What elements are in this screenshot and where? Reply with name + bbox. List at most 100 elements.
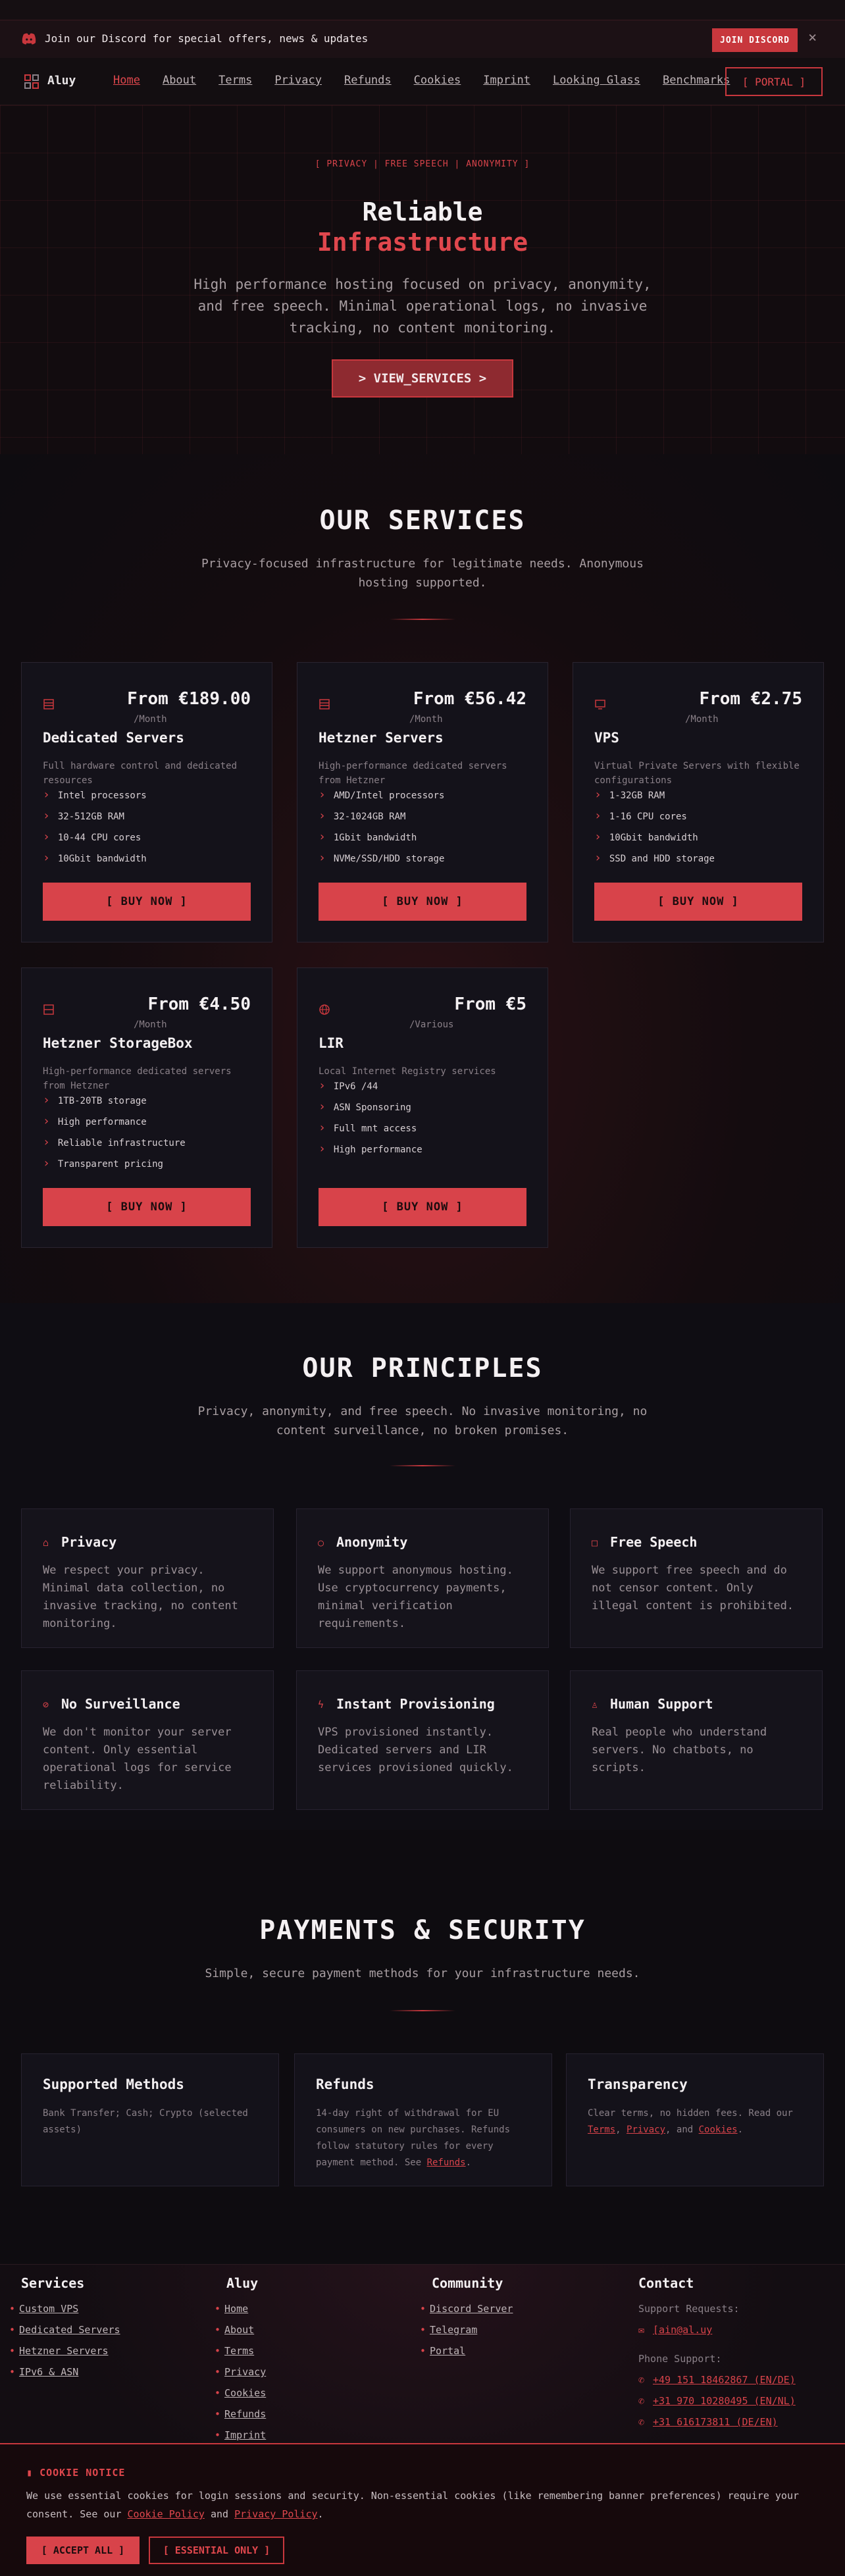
logo-text[interactable]: Aluy: [47, 74, 76, 88]
principle-title: Free Speech: [610, 1534, 698, 1550]
discord-banner: Join our Discord for special offers, new…: [0, 0, 845, 58]
principles-subtitle: Privacy, anonymity, and free speech. No …: [197, 1404, 648, 1437]
card-feature: 1TB-20TB storage: [43, 1093, 147, 1107]
card-price: From €2.75: [699, 689, 802, 709]
footer-link-portal[interactable]: Portal: [420, 2345, 465, 2357]
service-card-dedicated: From €189.00 /Month Dedicated Servers Fu…: [21, 662, 272, 942]
mail-icon: ✉: [638, 2324, 645, 2336]
discord-banner-inner: Join our Discord for special offers, new…: [0, 20, 845, 58]
privacy-policy-link[interactable]: Privacy Policy: [234, 2508, 317, 2520]
phone-label: Phone Support:: [638, 2353, 722, 2365]
card-price: From €4.50: [147, 994, 251, 1014]
payments-title: PAYMENTS & SECURITY: [259, 1915, 586, 1945]
buy-now-button[interactable]: [ BUY NOW ]: [43, 883, 251, 921]
card-feature: IPv6 /44: [319, 1079, 378, 1093]
person-icon: ♙: [592, 1699, 598, 1711]
phone-link[interactable]: ✆ +31 616173811 (DE/EN): [638, 2416, 778, 2428]
refunds-link[interactable]: Refunds: [427, 2157, 466, 2168]
buy-now-button[interactable]: [ BUY NOW ]: [319, 1188, 526, 1226]
hero-title-line2: Infrastructure: [317, 228, 528, 257]
buy-now-button[interactable]: [ BUY NOW ]: [319, 883, 526, 921]
buy-now-button[interactable]: [ BUY NOW ]: [594, 883, 802, 921]
services-title: OUR SERVICES: [319, 505, 526, 536]
privacy-link[interactable]: Privacy: [627, 2125, 665, 2135]
support-email-link[interactable]: ✉ [ain@al.uy: [638, 2324, 712, 2336]
nav-link-refunds[interactable]: Refunds: [344, 74, 392, 87]
nav-link-benchmarks[interactable]: Benchmarks: [663, 74, 730, 87]
payment-card-title: Transparency: [588, 2076, 688, 2092]
footer-link-privacy[interactable]: Privacy: [215, 2366, 266, 2378]
footer-link-discord[interactable]: Discord Server: [420, 2303, 513, 2315]
payments-divider: [390, 2010, 455, 2011]
footer-link-dedicated-servers[interactable]: Dedicated Servers: [9, 2324, 120, 2336]
globe-icon: [319, 1004, 330, 1015]
payment-card-methods: Supported Methods Bank Transfer; Cash; C…: [21, 2053, 279, 2186]
nav-link-imprint[interactable]: Imprint: [483, 74, 530, 87]
cookies-link[interactable]: Cookies: [699, 2125, 738, 2135]
separator: , and: [665, 2125, 699, 2135]
accept-all-button[interactable]: [ ACCEPT ALL ]: [26, 2537, 140, 2564]
footer-link-home[interactable]: Home: [215, 2303, 248, 2315]
nav-link-cookies[interactable]: Cookies: [414, 74, 461, 87]
principle-title: Anonymity: [336, 1534, 408, 1550]
footer-link-about[interactable]: About: [215, 2324, 254, 2336]
support-label: Support Requests:: [638, 2303, 740, 2315]
card-title: Hetzner Servers: [319, 730, 444, 746]
nav-link-home[interactable]: Home: [113, 74, 140, 87]
footer-link-refunds[interactable]: Refunds: [215, 2408, 266, 2420]
principle-card-free-speech: □ Free Speech We support free speech and…: [570, 1508, 823, 1648]
principles-section: OUR PRINCIPLES Privacy, anonymity, and f…: [0, 1303, 845, 1830]
terms-link[interactable]: Terms: [588, 2125, 615, 2135]
footer-link-cookies[interactable]: Cookies: [215, 2387, 266, 2399]
card-price: From €5: [454, 994, 526, 1014]
support-email: [ain@al.uy: [653, 2324, 713, 2336]
phone-number: +31 616173811 (DE/EN): [653, 2416, 778, 2428]
buy-now-button[interactable]: [ BUY NOW ]: [43, 1188, 251, 1226]
footer-community-title: Community: [432, 2275, 503, 2291]
footer-link-terms[interactable]: Terms: [215, 2345, 254, 2357]
footer-link-imprint[interactable]: Imprint: [215, 2429, 266, 2441]
card-feature: 1-16 CPU cores: [594, 809, 687, 823]
hero-section: [ PRIVACY | FREE SPEECH | ANONYMITY ] Re…: [0, 105, 845, 454]
phone-link[interactable]: ✆ +49 151 18462867 (EN/DE): [638, 2374, 796, 2386]
card-feature: AMD/Intel processors: [319, 788, 445, 802]
view-services-button[interactable]: > VIEW_SERVICES >: [332, 359, 513, 398]
footer-link-custom-vps[interactable]: Custom VPS: [9, 2303, 78, 2315]
footer-link-ipv6-asn[interactable]: IPv6 & ASN: [9, 2366, 78, 2378]
nav-link-privacy[interactable]: Privacy: [274, 74, 322, 87]
cookie-policy-link[interactable]: Cookie Policy: [128, 2508, 205, 2520]
footer-link-telegram[interactable]: Telegram: [420, 2324, 477, 2336]
card-period: /Various: [409, 1019, 454, 1030]
services-divider: [390, 619, 455, 620]
card-period: /Month: [409, 714, 443, 725]
nav-link-looking-glass[interactable]: Looking Glass: [553, 74, 640, 87]
separator: ,: [615, 2125, 627, 2135]
principle-text: We support anonymous hosting. Use crypto…: [318, 1564, 513, 1630]
join-discord-button[interactable]: JOIN DISCORD: [712, 28, 798, 52]
footer-link-hetzner-servers[interactable]: Hetzner Servers: [9, 2345, 108, 2357]
card-feature: Transparent pricing: [43, 1156, 163, 1170]
storage-icon: [43, 1004, 54, 1015]
principle-card-human-support: ♙ Human Support Real people who understa…: [570, 1670, 823, 1810]
essential-only-button[interactable]: [ ESSENTIAL ONLY ]: [149, 2537, 284, 2564]
transparency-end: .: [737, 2125, 744, 2135]
card-feature: Reliable infrastructure: [43, 1135, 186, 1149]
logo-icon: [24, 74, 39, 89]
discord-icon: [22, 33, 36, 45]
nav-link-about[interactable]: About: [163, 74, 196, 87]
card-title: Dedicated Servers: [43, 730, 184, 746]
card-feature: 32-512GB RAM: [43, 809, 124, 823]
card-feature: 10-44 CPU cores: [43, 830, 141, 844]
close-icon[interactable]: ×: [808, 30, 817, 46]
portal-button[interactable]: [ PORTAL ]: [725, 67, 823, 96]
footer-aluy-title: Aluy: [226, 2275, 259, 2291]
card-description: Local Internet Registry services: [319, 1066, 496, 1077]
card-feature: SSD and HDD storage: [594, 851, 715, 865]
nav-link-terms[interactable]: Terms: [218, 74, 252, 87]
principle-text: Real people who understand servers. No c…: [592, 1726, 767, 1774]
phone-link[interactable]: ✆ +31 970 10280495 (EN/NL): [638, 2395, 796, 2407]
server-icon: [43, 699, 54, 709]
card-description: High-performance dedicated servers from …: [43, 1066, 232, 1091]
card-description: High-performance dedicated servers from …: [319, 761, 507, 786]
hero-tagline: [ PRIVACY | FREE SPEECH | ANONYMITY ]: [315, 159, 530, 169]
